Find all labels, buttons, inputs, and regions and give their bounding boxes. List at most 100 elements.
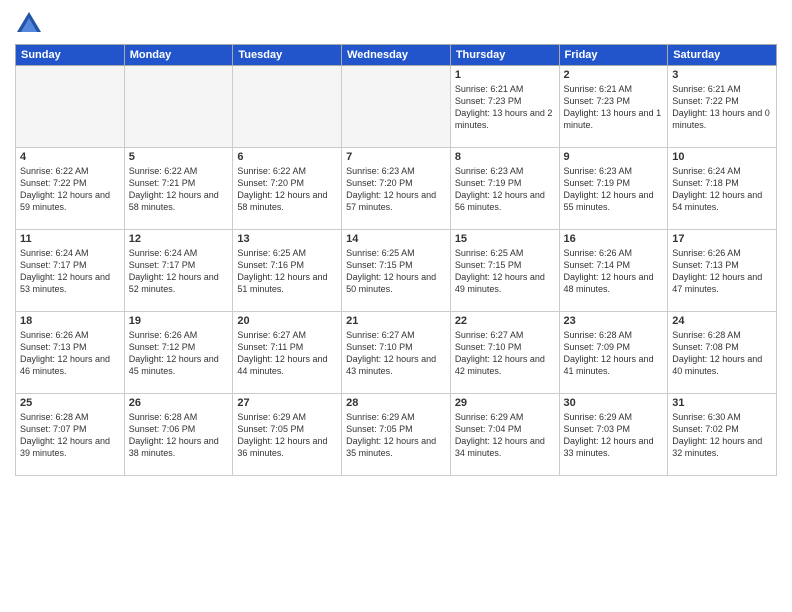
day-of-week-header: Saturday [668, 45, 777, 66]
cell-info: Sunrise: 6:29 AMSunset: 7:05 PMDaylight:… [237, 411, 337, 460]
day-number: 28 [346, 397, 446, 409]
day-number: 2 [564, 69, 664, 81]
calendar-cell: 4 Sunrise: 6:22 AMSunset: 7:22 PMDaylight… [16, 148, 125, 230]
calendar-cell: 30 Sunrise: 6:29 AMSunset: 7:03 PMDayligh… [559, 394, 668, 476]
calendar-cell: 1Sunrise: 6:21 AMSunset: 7:23 PMDaylight… [450, 66, 559, 148]
calendar-week-row: 25 Sunrise: 6:28 AMSunset: 7:07 PMDayligh… [16, 394, 777, 476]
calendar-cell: 17Sunrise: 6:26 AMSunset: 7:13 PMDayligh… [668, 230, 777, 312]
cell-info: Sunrise: 6:26 AMSunset: 7:13 PMDaylight:… [672, 247, 772, 296]
calendar-cell: 19Sunrise: 6:26 AMSunset: 7:12 PMDayligh… [124, 312, 233, 394]
day-number: 4 [20, 151, 120, 163]
day-number: 10 [672, 151, 772, 163]
calendar-cell: 6 Sunrise: 6:22 AMSunset: 7:20 PMDaylight… [233, 148, 342, 230]
calendar-cell: 11 Sunrise: 6:24 AMSunset: 7:17 PMDayligh… [16, 230, 125, 312]
day-number: 23 [564, 315, 664, 327]
cell-info: Sunrise: 6:25 AMSunset: 7:16 PMDaylight:… [237, 247, 337, 296]
calendar-week-row: 18 Sunrise: 6:26 AMSunset: 7:13 PMDayligh… [16, 312, 777, 394]
day-number: 16 [564, 233, 664, 245]
calendar-cell: 9Sunrise: 6:23 AMSunset: 7:19 PMDaylight… [559, 148, 668, 230]
cell-info: Sunrise: 6:21 AMSunset: 7:23 PMDaylight:… [564, 83, 664, 132]
cell-info: Sunrise: 6:26 AMSunset: 7:14 PMDaylight:… [564, 247, 664, 296]
day-number: 5 [129, 151, 229, 163]
calendar-cell: 21 Sunrise: 6:27 AMSunset: 7:10 PMDayligh… [342, 312, 451, 394]
calendar-cell: 12 Sunrise: 6:24 AMSunset: 7:17 PMDayligh… [124, 230, 233, 312]
calendar-cell [124, 66, 233, 148]
cell-info: Sunrise: 6:25 AMSunset: 7:15 PMDaylight:… [455, 247, 555, 296]
cell-info: Sunrise: 6:29 AMSunset: 7:03 PMDaylight:… [564, 411, 664, 460]
calendar-cell: 7 Sunrise: 6:23 AMSunset: 7:20 PMDaylight… [342, 148, 451, 230]
cell-info: Sunrise: 6:27 AMSunset: 7:11 PMDaylight:… [237, 329, 337, 378]
cell-info: Sunrise: 6:28 AMSunset: 7:08 PMDaylight:… [672, 329, 772, 378]
calendar-header-row: SundayMondayTuesdayWednesdayThursdayFrid… [16, 45, 777, 66]
day-number: 13 [237, 233, 337, 245]
day-of-week-header: Wednesday [342, 45, 451, 66]
cell-info: Sunrise: 6:27 AMSunset: 7:10 PMDaylight:… [455, 329, 555, 378]
day-number: 1 [455, 69, 555, 81]
cell-info: Sunrise: 6:29 AMSunset: 7:05 PMDaylight:… [346, 411, 446, 460]
calendar-cell: 13 Sunrise: 6:25 AMSunset: 7:16 PMDayligh… [233, 230, 342, 312]
day-of-week-header: Thursday [450, 45, 559, 66]
calendar-week-row: 1 Sunrise: 6:21 AMSunset: 7:23 PMDaylight… [16, 66, 777, 148]
cell-info: Sunrise: 6:30 AMSunset: 7:02 PMDaylight:… [672, 411, 772, 460]
calendar-cell: 20 Sunrise: 6:27 AMSunset: 7:11 PMDayligh… [233, 312, 342, 394]
cell-info: Sunrise: 6:26 AMSunset: 7:13 PMDaylight:… [20, 329, 120, 378]
day-number: 29 [455, 397, 555, 409]
cell-info: Sunrise: 6:24 AMSunset: 7:17 PMDaylight:… [129, 247, 229, 296]
day-number: 20 [237, 315, 337, 327]
day-number: 7 [346, 151, 446, 163]
calendar-cell [16, 66, 125, 148]
cell-info: Sunrise: 6:27 AMSunset: 7:10 PMDaylight:… [346, 329, 446, 378]
calendar-cell: 5 Sunrise: 6:22 AMSunset: 7:21 PMDaylight… [124, 148, 233, 230]
calendar: SundayMondayTuesdayWednesdayThursdayFrid… [15, 44, 777, 476]
calendar-cell: 27 Sunrise: 6:29 AMSunset: 7:05 PMDayligh… [233, 394, 342, 476]
calendar-cell: 22 Sunrise: 6:27 AMSunset: 7:10 PMDayligh… [450, 312, 559, 394]
day-of-week-header: Tuesday [233, 45, 342, 66]
day-number: 26 [129, 397, 229, 409]
cell-info: Sunrise: 6:28 AMSunset: 7:09 PMDaylight:… [564, 329, 664, 378]
cell-info: Sunrise: 6:24 AMSunset: 7:17 PMDaylight:… [20, 247, 120, 296]
day-number: 21 [346, 315, 446, 327]
cell-info: Sunrise: 6:22 AMSunset: 7:21 PMDaylight:… [129, 165, 229, 214]
cell-info: Sunrise: 6:25 AMSunset: 7:15 PMDaylight:… [346, 247, 446, 296]
logo [15, 10, 47, 38]
cell-info: Sunrise: 6:24 AMSunset: 7:18 PMDaylight:… [672, 165, 772, 214]
calendar-cell: 24 Sunrise: 6:28 AMSunset: 7:08 PMDayligh… [668, 312, 777, 394]
calendar-cell: 29 Sunrise: 6:29 AMSunset: 7:04 PMDayligh… [450, 394, 559, 476]
day-number: 11 [20, 233, 120, 245]
cell-info: Sunrise: 6:23 AMSunset: 7:20 PMDaylight:… [346, 165, 446, 214]
day-of-week-header: Friday [559, 45, 668, 66]
logo-icon [15, 10, 43, 38]
day-number: 27 [237, 397, 337, 409]
calendar-week-row: 4 Sunrise: 6:22 AMSunset: 7:22 PMDaylight… [16, 148, 777, 230]
calendar-cell: 28 Sunrise: 6:29 AMSunset: 7:05 PMDayligh… [342, 394, 451, 476]
calendar-cell: 14 Sunrise: 6:25 AMSunset: 7:15 PMDayligh… [342, 230, 451, 312]
cell-info: Sunrise: 6:29 AMSunset: 7:04 PMDaylight:… [455, 411, 555, 460]
day-number: 8 [455, 151, 555, 163]
calendar-cell: 31Sunrise: 6:30 AMSunset: 7:02 PMDayligh… [668, 394, 777, 476]
day-number: 22 [455, 315, 555, 327]
day-number: 30 [564, 397, 664, 409]
day-number: 6 [237, 151, 337, 163]
day-number: 24 [672, 315, 772, 327]
cell-info: Sunrise: 6:22 AMSunset: 7:20 PMDaylight:… [237, 165, 337, 214]
calendar-cell: 26Sunrise: 6:28 AMSunset: 7:06 PMDayligh… [124, 394, 233, 476]
day-number: 14 [346, 233, 446, 245]
day-of-week-header: Sunday [16, 45, 125, 66]
calendar-cell: 18 Sunrise: 6:26 AMSunset: 7:13 PMDayligh… [16, 312, 125, 394]
day-number: 19 [129, 315, 229, 327]
calendar-cell: 16 Sunrise: 6:26 AMSunset: 7:14 PMDayligh… [559, 230, 668, 312]
cell-info: Sunrise: 6:28 AMSunset: 7:07 PMDaylight:… [20, 411, 120, 460]
calendar-cell: 15 Sunrise: 6:25 AMSunset: 7:15 PMDayligh… [450, 230, 559, 312]
day-number: 12 [129, 233, 229, 245]
day-number: 25 [20, 397, 120, 409]
calendar-week-row: 11 Sunrise: 6:24 AMSunset: 7:17 PMDayligh… [16, 230, 777, 312]
calendar-cell: 10 Sunrise: 6:24 AMSunset: 7:18 PMDayligh… [668, 148, 777, 230]
day-number: 18 [20, 315, 120, 327]
calendar-cell [233, 66, 342, 148]
day-number: 15 [455, 233, 555, 245]
cell-info: Sunrise: 6:23 AMSunset: 7:19 PMDaylight:… [455, 165, 555, 214]
cell-info: Sunrise: 6:22 AMSunset: 7:22 PMDaylight:… [20, 165, 120, 214]
cell-info: Sunrise: 6:21 AMSunset: 7:22 PMDaylight:… [672, 83, 772, 132]
calendar-cell: 25 Sunrise: 6:28 AMSunset: 7:07 PMDayligh… [16, 394, 125, 476]
calendar-cell: 2 Sunrise: 6:21 AMSunset: 7:23 PMDaylight… [559, 66, 668, 148]
